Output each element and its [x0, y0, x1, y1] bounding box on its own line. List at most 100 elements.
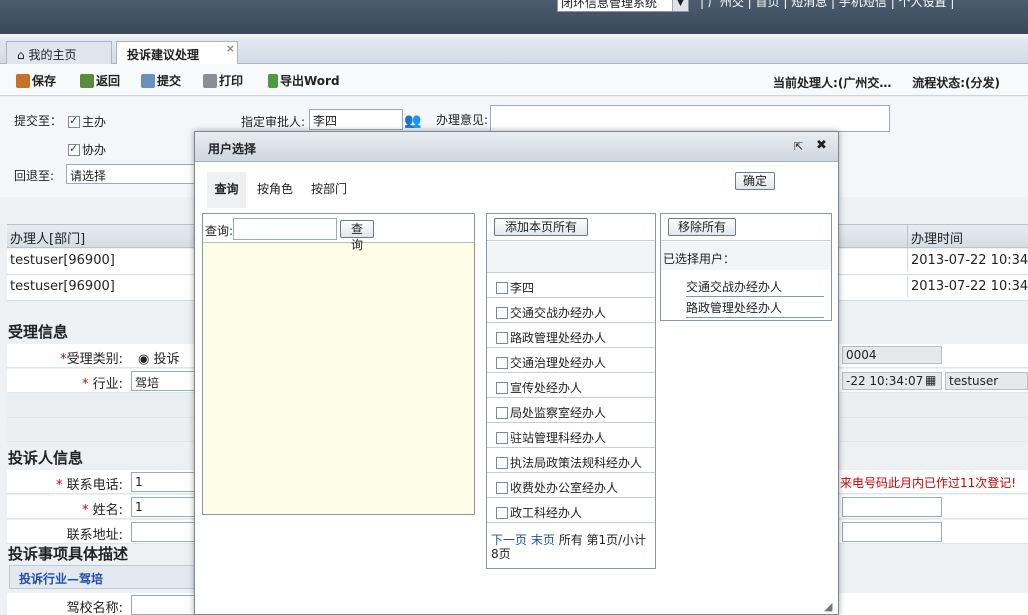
save-label: 保存	[32, 74, 57, 88]
selected-item[interactable]: 交通交战办经办人	[686, 278, 824, 297]
print-label: 打印	[219, 74, 244, 88]
checkbox-icon[interactable]	[496, 457, 508, 469]
detail-tab-bar: 投诉行业—驾培	[9, 565, 197, 589]
chevron-down-icon: ▼	[672, 0, 688, 11]
close-icon[interactable]: ✖	[816, 138, 827, 153]
row-time: 2013-07-22 10:34:	[907, 250, 1028, 271]
main-label: 主办	[82, 115, 107, 129]
user-list-header: 添加本页所有	[487, 214, 655, 241]
accept-section-title: 受理信息	[8, 323, 69, 341]
calendar-icon[interactable]: ▦	[925, 373, 936, 387]
remove-all-button[interactable]: 移除所有	[668, 218, 736, 236]
tab-by-department[interactable]: 按部门	[306, 172, 352, 208]
school-input[interactable]	[131, 595, 201, 615]
search-input[interactable]	[233, 218, 337, 240]
industry-select[interactable]: 驾培	[131, 371, 201, 391]
dialog-title: 用户选择	[208, 142, 257, 156]
list-item[interactable]: 李四	[487, 272, 655, 297]
checkbox-icon[interactable]	[496, 307, 508, 319]
selected-label: 已选择用户：	[663, 252, 736, 266]
user-picker-icon[interactable]: 👥	[404, 113, 421, 129]
col-header-handler: 办理人[部门]	[10, 232, 86, 247]
co-checkbox[interactable]: 协办	[68, 141, 106, 158]
checkbox-icon[interactable]	[496, 282, 508, 294]
complainant-section-title: 投诉人信息	[8, 449, 84, 467]
print-button[interactable]: 打印	[203, 72, 243, 89]
confirm-button[interactable]: 确定	[735, 172, 775, 190]
list-item[interactable]: 收费处办公室经办人	[487, 472, 655, 497]
dialog-header: 用户选择 ⇱ ✖	[195, 132, 838, 162]
save-icon	[16, 74, 30, 88]
selected-item[interactable]: 路政管理处经办人	[686, 299, 824, 318]
address-label: 联系地址:	[66, 528, 123, 543]
address-input[interactable]	[131, 522, 201, 542]
search-button[interactable]: 查询	[340, 220, 374, 252]
checkbox-icon[interactable]	[496, 432, 508, 444]
user-select-dialog: 用户选择 ⇱ ✖ 查询 按角色 按部门 确定 查询: 查询 添加本页所有 李四 …	[194, 131, 839, 615]
add-all-button[interactable]: 添加本页所有	[494, 218, 588, 236]
phone-label: * 联系电话:	[55, 478, 123, 493]
submit-to-label: 提交至：	[14, 114, 63, 128]
save-button[interactable]: 保存	[16, 72, 56, 89]
export-word-button[interactable]: 导出Word	[268, 72, 340, 89]
return-select[interactable]: 请选择	[66, 164, 200, 184]
checkbox-icon[interactable]	[496, 357, 508, 369]
list-item[interactable]: 政工科经办人	[487, 497, 655, 522]
phone-input[interactable]: 1	[131, 472, 201, 492]
list-item[interactable]: 驻站管理科经办人	[487, 422, 655, 447]
resize-handle-icon[interactable]: ◢	[824, 600, 832, 613]
name-input[interactable]: 1	[131, 497, 201, 517]
next-page-link[interactable]: 下一页	[491, 533, 527, 547]
checkbox-icon[interactable]	[496, 482, 508, 494]
opinion-label: 办理意见:	[436, 113, 489, 127]
row-handler: testuser[96900]	[10, 279, 115, 294]
popout-icon[interactable]: ⇱	[794, 140, 803, 153]
extra-input[interactable]	[842, 497, 942, 517]
last-page-link[interactable]: 末页	[531, 533, 555, 547]
repeat-call-warning: 来电号码此月内已作过11次登记!	[840, 476, 1017, 490]
tab-home-label: 我的主页	[28, 48, 77, 62]
close-icon[interactable]: ×	[226, 42, 235, 55]
list-item[interactable]: 路政管理处经办人	[487, 322, 655, 347]
list-item[interactable]: 执法局政策法规科经办人	[487, 447, 655, 472]
detail-industry-tab[interactable]: 投诉行业—驾培	[19, 570, 103, 587]
search-label: 查询:	[205, 224, 234, 238]
address-extra-input[interactable]	[842, 522, 942, 542]
accept-type-radio[interactable]: ◉ 投诉	[138, 348, 180, 367]
school-label: 驾校名称:	[66, 601, 123, 615]
list-item[interactable]: 交通交战办经办人	[487, 297, 655, 322]
checkbox-icon[interactable]	[496, 382, 508, 394]
tab-complaint-label: 投诉建议处理	[127, 48, 200, 62]
tab-strip: ⌂ 我的主页 投诉建议处理 ×	[0, 38, 1028, 65]
search-panel: 查询: 查询	[202, 213, 475, 515]
system-select[interactable]: 闭环信息管理系统 ▼	[557, 0, 689, 12]
approver-label: 指定审批人:	[241, 115, 306, 129]
submit-button[interactable]: 提交	[141, 72, 181, 89]
list-item[interactable]: 宣传处经办人	[487, 372, 655, 397]
case-code-field: 0004	[842, 346, 942, 364]
search-bar: 查询: 查询	[203, 214, 474, 252]
opinion-textarea[interactable]	[490, 105, 890, 132]
back-button[interactable]: 返回	[80, 72, 120, 89]
tab-by-role[interactable]: 按角色	[252, 172, 298, 208]
main-checkbox[interactable]: 主办	[68, 113, 106, 130]
user-list-panel: 添加本页所有 李四 交通交战办经办人 路政管理处经办人 交通治理处经办人 宣传处…	[486, 213, 656, 569]
checkbox-icon[interactable]	[496, 332, 508, 344]
back-icon	[80, 74, 94, 88]
checkbox-icon[interactable]	[496, 507, 508, 519]
list-item[interactable]: 局处监察室经办人	[487, 397, 655, 422]
checkbox-icon[interactable]	[496, 407, 508, 419]
checkbox-checked-icon	[68, 142, 80, 156]
return-label: 回退至:	[14, 169, 55, 183]
current-handler: 当前处理人:(广州交…	[773, 76, 892, 90]
top-nav-links[interactable]: | 广州交 | 首页 | 短消息 | 手机短信 | 个人设置 |	[700, 0, 954, 10]
user-list-spacer	[487, 242, 655, 272]
selected-header: 移除所有	[661, 214, 831, 241]
accept-type-label: *受理类别:	[60, 352, 123, 367]
tab-home[interactable]: ⌂ 我的主页	[6, 41, 112, 64]
list-item[interactable]: 交通治理处经办人	[487, 347, 655, 372]
submit-icon	[141, 74, 155, 88]
approver-input[interactable]: 李四	[309, 109, 403, 130]
tab-search[interactable]: 查询	[207, 172, 246, 208]
tab-complaint[interactable]: 投诉建议处理 ×	[116, 41, 238, 65]
